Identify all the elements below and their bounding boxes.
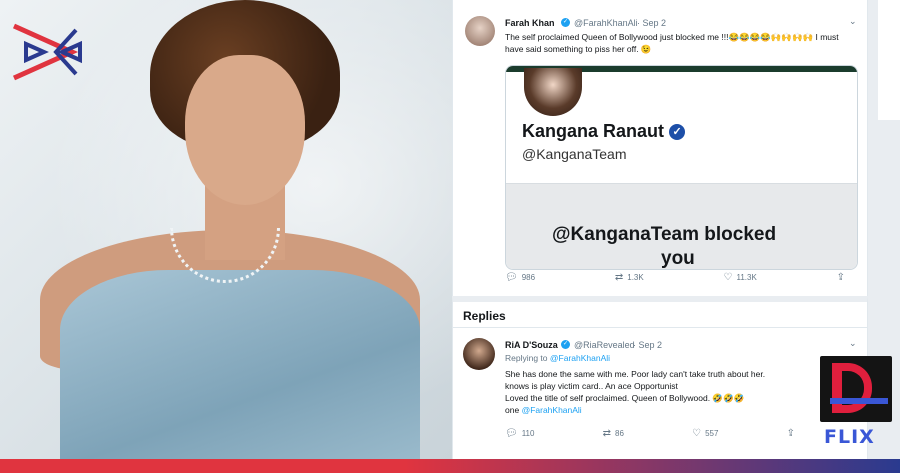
replies-title: Replies — [463, 309, 506, 323]
verified-icon: ✓ — [561, 340, 570, 349]
retweet-count: 1.3K — [627, 273, 644, 282]
embedded-profile-handle: @KanganaTeam — [522, 146, 627, 162]
tweet: Farah Khan ✓ @FarahKhanAli · Sep 2 ⌄ The… — [452, 0, 868, 296]
brand-badge-text: FLIX — [824, 426, 875, 448]
heart-icon: ♡ — [723, 272, 733, 283]
photo-face — [185, 55, 305, 205]
replying-to-prefix: Replying to — [505, 353, 548, 363]
verified-icon: ✓ — [561, 18, 570, 27]
retweet-icon: ⇄ — [602, 428, 612, 439]
sidebar-card — [878, 0, 900, 120]
reply-text-line: She has done the same with me. Poor lady… — [505, 369, 766, 379]
feature-photo — [0, 0, 452, 459]
avatar[interactable] — [463, 338, 495, 370]
tweet-author-handle[interactable]: @FarahKhanAli — [574, 18, 638, 28]
tweet-text: The self proclaimed Queen of Bollywood j… — [505, 32, 839, 54]
reply-author-handle[interactable]: @RiaRevealed — [574, 340, 635, 350]
reply-text-line: one @FarahKhanAli — [505, 404, 815, 416]
embedded-profile-name: Kangana Ranaut ✓ — [522, 121, 686, 142]
replies-header: Replies — [452, 296, 868, 328]
reply-count: 986 — [521, 273, 536, 282]
reply-icon: 💬︎ — [505, 428, 518, 439]
reply-text: She has done the same with me. Poor lady… — [505, 368, 815, 416]
like-count: 11.3K — [736, 273, 757, 282]
bottom-color-bar — [0, 459, 900, 473]
retweet-count: 86 — [615, 429, 624, 438]
share-icon: ⇪ — [836, 272, 845, 283]
share-button[interactable]: ⇪ — [787, 428, 795, 439]
tweet-author-name[interactable]: Farah Khan — [505, 18, 555, 28]
tweet-date[interactable]: · Sep 2 — [637, 18, 666, 28]
embedded-name-text: Kangana Ranaut — [522, 121, 665, 141]
reply-button[interactable]: 💬︎ 110 — [505, 428, 534, 439]
brand-badge-logo — [820, 356, 892, 422]
retweet-button[interactable]: ⇄ 86 — [603, 428, 624, 439]
reply-button[interactable]: 💬︎ 986 — [505, 272, 535, 283]
reply-text-line: Loved the title of self proclaimed. Quee… — [505, 393, 745, 403]
reply-icon: 💬︎ — [505, 272, 518, 283]
brand-d-icon — [832, 363, 872, 413]
embedded-screenshot: Kangana Ranaut ✓ @KanganaTeam @KanganaTe… — [505, 65, 858, 270]
like-button[interactable]: ♡ 557 — [692, 428, 718, 439]
reply-text-line: knows is play victim card.. An ace Oppor… — [505, 381, 678, 391]
blocked-notice-line1: @KanganaTeam blocked — [552, 224, 777, 245]
embedded-avatar — [524, 68, 582, 116]
reply-text-prefix: one — [505, 405, 520, 415]
photo-dress — [60, 270, 420, 459]
site-logo-icon — [12, 23, 82, 81]
avatar[interactable] — [465, 16, 495, 46]
blocked-notice: @KanganaTeam blocked you — [506, 183, 857, 269]
chevron-down-icon[interactable]: ⌄ — [849, 338, 857, 349]
reply-tweet: RiA D'Souza ✓ @RiaRevealed · Sep 2 ⌄ Rep… — [452, 328, 868, 459]
share-button[interactable]: ⇪ — [837, 272, 845, 283]
tweet-actions: 💬︎ 986 ⇄ 1.3K ♡ 11.3K ⇪ — [505, 272, 845, 283]
reply-count: 110 — [521, 429, 535, 438]
reply-author-name[interactable]: RiA D'Souza — [505, 340, 558, 350]
replying-to: Replying to @FarahKhanAli — [505, 352, 610, 364]
like-button[interactable]: ♡ 11.3K — [724, 272, 757, 283]
retweet-icon: ⇄ — [614, 272, 624, 283]
replying-to-link[interactable]: @FarahKhanAli — [550, 353, 610, 363]
blocked-notice-line2: you — [661, 248, 695, 269]
verified-icon: ✓ — [669, 124, 686, 140]
like-count: 557 — [705, 429, 719, 438]
reply-date[interactable]: · Sep 2 — [633, 340, 662, 350]
retweet-button[interactable]: ⇄ 1.3K — [615, 272, 644, 283]
chevron-down-icon[interactable]: ⌄ — [849, 16, 857, 27]
brand-stripe — [830, 398, 888, 404]
heart-icon: ♡ — [692, 428, 702, 439]
share-icon: ⇪ — [786, 428, 795, 439]
reply-actions: 💬︎ 110 ⇄ 86 ♡ 557 ⇪ — [505, 428, 795, 439]
mention-link[interactable]: @FarahKhanAli — [522, 405, 582, 415]
